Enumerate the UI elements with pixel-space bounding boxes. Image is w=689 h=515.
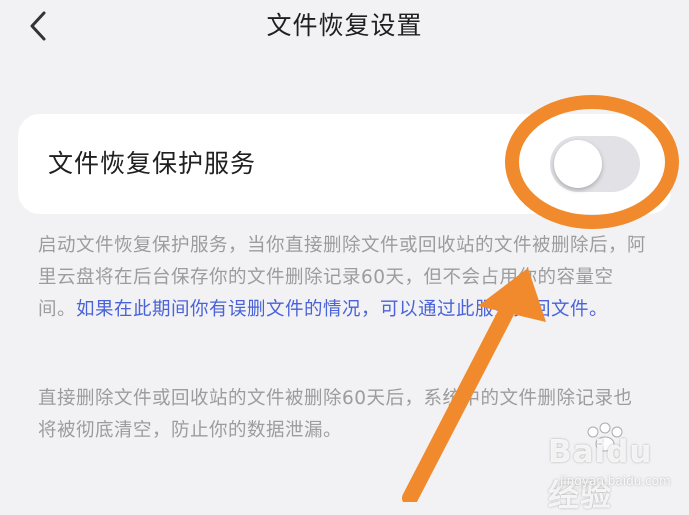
watermark-subtext: jingyan.baidu.com <box>560 474 671 488</box>
file-recovery-toggle[interactable] <box>550 136 640 192</box>
recovery-setting-card: 文件恢复保护服务 <box>18 114 671 214</box>
recovery-info-link[interactable]: 如果在此期间你有误删文件的情况，可以通过此服务找回文件。 <box>76 299 608 320</box>
setting-label: 文件恢复保护服务 <box>48 149 257 178</box>
service-description: 启动文件恢复保护服务，当你直接删除文件或回收站的文件被删除后，阿里云盘将在后台保… <box>38 230 650 326</box>
toggle-knob <box>554 140 602 188</box>
page-title: 文件恢复设置 <box>266 11 423 40</box>
top-bar: 文件恢复设置 <box>0 0 689 60</box>
